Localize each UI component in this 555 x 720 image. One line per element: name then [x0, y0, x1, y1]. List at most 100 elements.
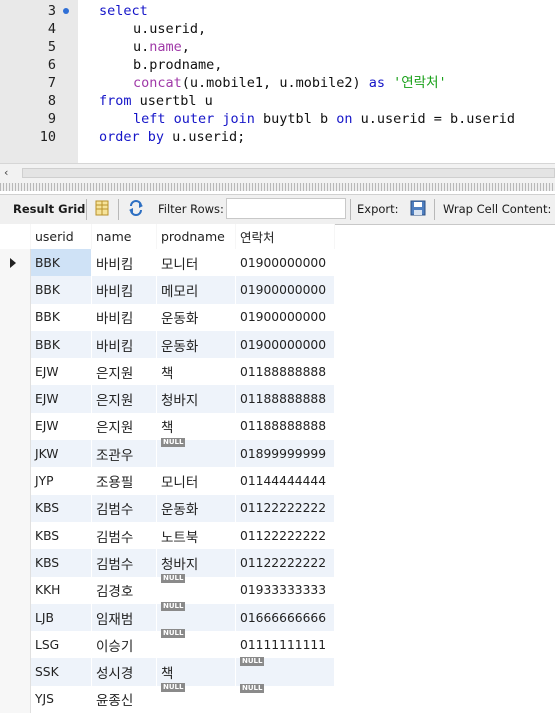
cell-userid[interactable]: KKH — [30, 576, 92, 604]
cell-prodname[interactable]: 메모리 — [156, 276, 236, 304]
cell-userid[interactable]: KBS — [30, 494, 92, 522]
cell-contact[interactable]: 01900000000 — [235, 330, 335, 359]
cell-prodname[interactable]: 책 — [156, 658, 236, 686]
row-header[interactable] — [0, 330, 31, 359]
cell-prodname[interactable]: NULL — [156, 628, 236, 659]
table-row[interactable]: KBS 김범수 청바지 01122222222 — [0, 549, 335, 577]
cell-contact[interactable]: 01188888888 — [235, 358, 335, 386]
cell-contact[interactable]: 01122222222 — [235, 494, 335, 522]
row-header[interactable] — [0, 685, 31, 714]
cell-name[interactable]: 바비킴 — [91, 276, 157, 304]
code-line-8[interactable]: 8 from usertbl u — [0, 92, 555, 110]
row-header[interactable] — [0, 521, 31, 550]
cell-name[interactable]: 은지원 — [91, 412, 157, 441]
cell-name[interactable]: 김범수 — [91, 549, 157, 577]
cell-name[interactable]: 바비킴 — [91, 330, 157, 359]
cell-name[interactable]: 조관우 — [91, 440, 157, 468]
row-header[interactable] — [0, 549, 31, 577]
cell-name[interactable]: 김경호 — [91, 576, 157, 604]
scrollbar-thumb[interactable] — [22, 168, 555, 178]
row-header[interactable] — [0, 658, 31, 686]
row-header[interactable] — [0, 440, 31, 468]
column-header-prodname[interactable]: prodname — [156, 224, 236, 249]
table-row[interactable]: EJW 은지원 책 01188888888 — [0, 358, 335, 386]
result-grid[interactable]: userid name prodname 연락처 BBK 바비킴 모니터 019000… — [0, 224, 555, 720]
form-editor-icon[interactable] — [94, 200, 110, 216]
code-line-5[interactable]: 5 u.name, — [0, 38, 555, 56]
code-line-6[interactable]: 6 b.prodname, — [0, 56, 555, 74]
cell-userid[interactable]: JYP — [30, 467, 92, 495]
cell-contact[interactable]: 01122222222 — [235, 549, 335, 577]
cell-contact[interactable]: 01899999999 — [235, 440, 335, 468]
cell-contact[interactable]: 01144444444 — [235, 467, 335, 495]
refresh-icon[interactable] — [128, 200, 144, 216]
row-header[interactable] — [0, 576, 31, 604]
cell-prodname[interactable]: 모니터 — [156, 249, 236, 277]
cell-contact[interactable]: 01900000000 — [235, 303, 335, 331]
row-header[interactable] — [0, 494, 31, 522]
cell-prodname[interactable]: 운동화 — [156, 494, 236, 522]
cell-userid[interactable]: KBS — [30, 549, 92, 577]
cell-name[interactable]: 바비킴 — [91, 303, 157, 331]
cell-name[interactable]: 성시경 — [91, 658, 157, 686]
cell-userid[interactable]: EJW — [30, 412, 92, 441]
row-header[interactable] — [0, 303, 31, 331]
table-row[interactable]: EJW 은지원 책 01188888888 — [0, 412, 335, 441]
cell-prodname[interactable]: 운동화 — [156, 330, 236, 359]
code-line-10[interactable]: 10 order by u.userid; — [0, 128, 555, 146]
table-row[interactable]: SSK 성시경 책 NULL — [0, 657, 335, 686]
export-save-icon[interactable] — [410, 200, 426, 216]
sql-editor[interactable]: 3 select 4 u.userid, 5 u.name, 6 b.prodn… — [0, 0, 555, 163]
row-header[interactable] — [0, 631, 31, 659]
cell-userid[interactable]: BBK — [30, 276, 92, 304]
cell-name[interactable]: 은지원 — [91, 385, 157, 413]
cell-contact[interactable]: 01900000000 — [235, 276, 335, 304]
table-row[interactable]: KBS 김범수 운동화 01122222222 — [0, 494, 335, 522]
cell-contact[interactable]: 01933333333 — [235, 576, 335, 604]
cell-contact[interactable]: 01900000000 — [235, 249, 335, 277]
table-row[interactable]: KBS 김범수 노트북 01122222222 — [0, 521, 335, 550]
scroll-left-arrow-icon[interactable]: ‹ — [4, 166, 8, 179]
cell-name[interactable]: 이승기 — [91, 631, 157, 659]
row-header[interactable] — [0, 276, 31, 304]
wrap-cell-content-label[interactable]: Wrap Cell Content: — [443, 202, 551, 216]
filter-rows-input[interactable] — [226, 198, 346, 219]
cell-name[interactable]: 임재범 — [91, 603, 157, 632]
cell-prodname[interactable]: NULL — [156, 437, 236, 468]
table-row[interactable]: LJB 임재범 NULL 01666666666 — [0, 601, 335, 632]
cell-userid[interactable]: BBK — [30, 330, 92, 359]
cell-prodname[interactable]: NULL — [156, 601, 236, 632]
cell-userid[interactable]: KBS — [30, 521, 92, 550]
cell-contact[interactable]: NULL — [235, 684, 335, 714]
cell-name[interactable]: 김범수 — [91, 494, 157, 522]
row-header[interactable] — [0, 467, 31, 495]
cell-contact[interactable]: 01111111111 — [235, 631, 335, 659]
table-row[interactable]: BBK 바비킴 메모리 01900000000 — [0, 276, 335, 304]
table-row[interactable]: KKH 김경호 NULL 01933333333 — [0, 574, 335, 604]
cell-contact[interactable]: 01188888888 — [235, 385, 335, 413]
cell-contact[interactable]: 01666666666 — [235, 603, 335, 632]
cell-name[interactable]: 은지원 — [91, 358, 157, 386]
row-header[interactable] — [0, 412, 31, 441]
cell-prodname[interactable]: 모니터 — [156, 467, 236, 495]
code-line-3[interactable]: 3 select — [0, 2, 555, 20]
code-line-9[interactable]: 9 left outer join buytbl b on u.userid =… — [0, 110, 555, 128]
table-row[interactable]: JKW 조관우 NULL 01899999999 — [0, 437, 335, 468]
table-row[interactable]: BBK 바비킴 운동화 01900000000 — [0, 330, 335, 359]
cell-userid[interactable]: BBK — [30, 249, 92, 277]
cell-name[interactable]: 바비킴 — [91, 249, 157, 277]
code-line-7[interactable]: 7 concat(u.mobile1, u.mobile2) as '연락처' — [0, 74, 555, 92]
row-header[interactable] — [0, 249, 31, 277]
table-row[interactable]: BBK 바비킴 운동화 01900000000 — [0, 303, 335, 331]
table-row[interactable]: YJS 윤종신 NULL NULL — [0, 683, 335, 714]
cell-prodname[interactable]: NULL — [156, 683, 236, 714]
table-row[interactable]: JYP 조용필 모니터 01144444444 — [0, 467, 335, 495]
row-header[interactable] — [0, 385, 31, 413]
column-header-userid[interactable]: userid — [30, 224, 92, 249]
horizontal-scrollbar[interactable]: ‹ — [0, 163, 555, 183]
cell-userid[interactable]: EJW — [30, 358, 92, 386]
table-row[interactable]: BBK 바비킴 모니터 01900000000 — [0, 249, 335, 277]
pane-splitter[interactable] — [0, 183, 555, 191]
cell-prodname[interactable]: 청바지 — [156, 385, 236, 413]
code-line-4[interactable]: 4 u.userid, — [0, 20, 555, 38]
